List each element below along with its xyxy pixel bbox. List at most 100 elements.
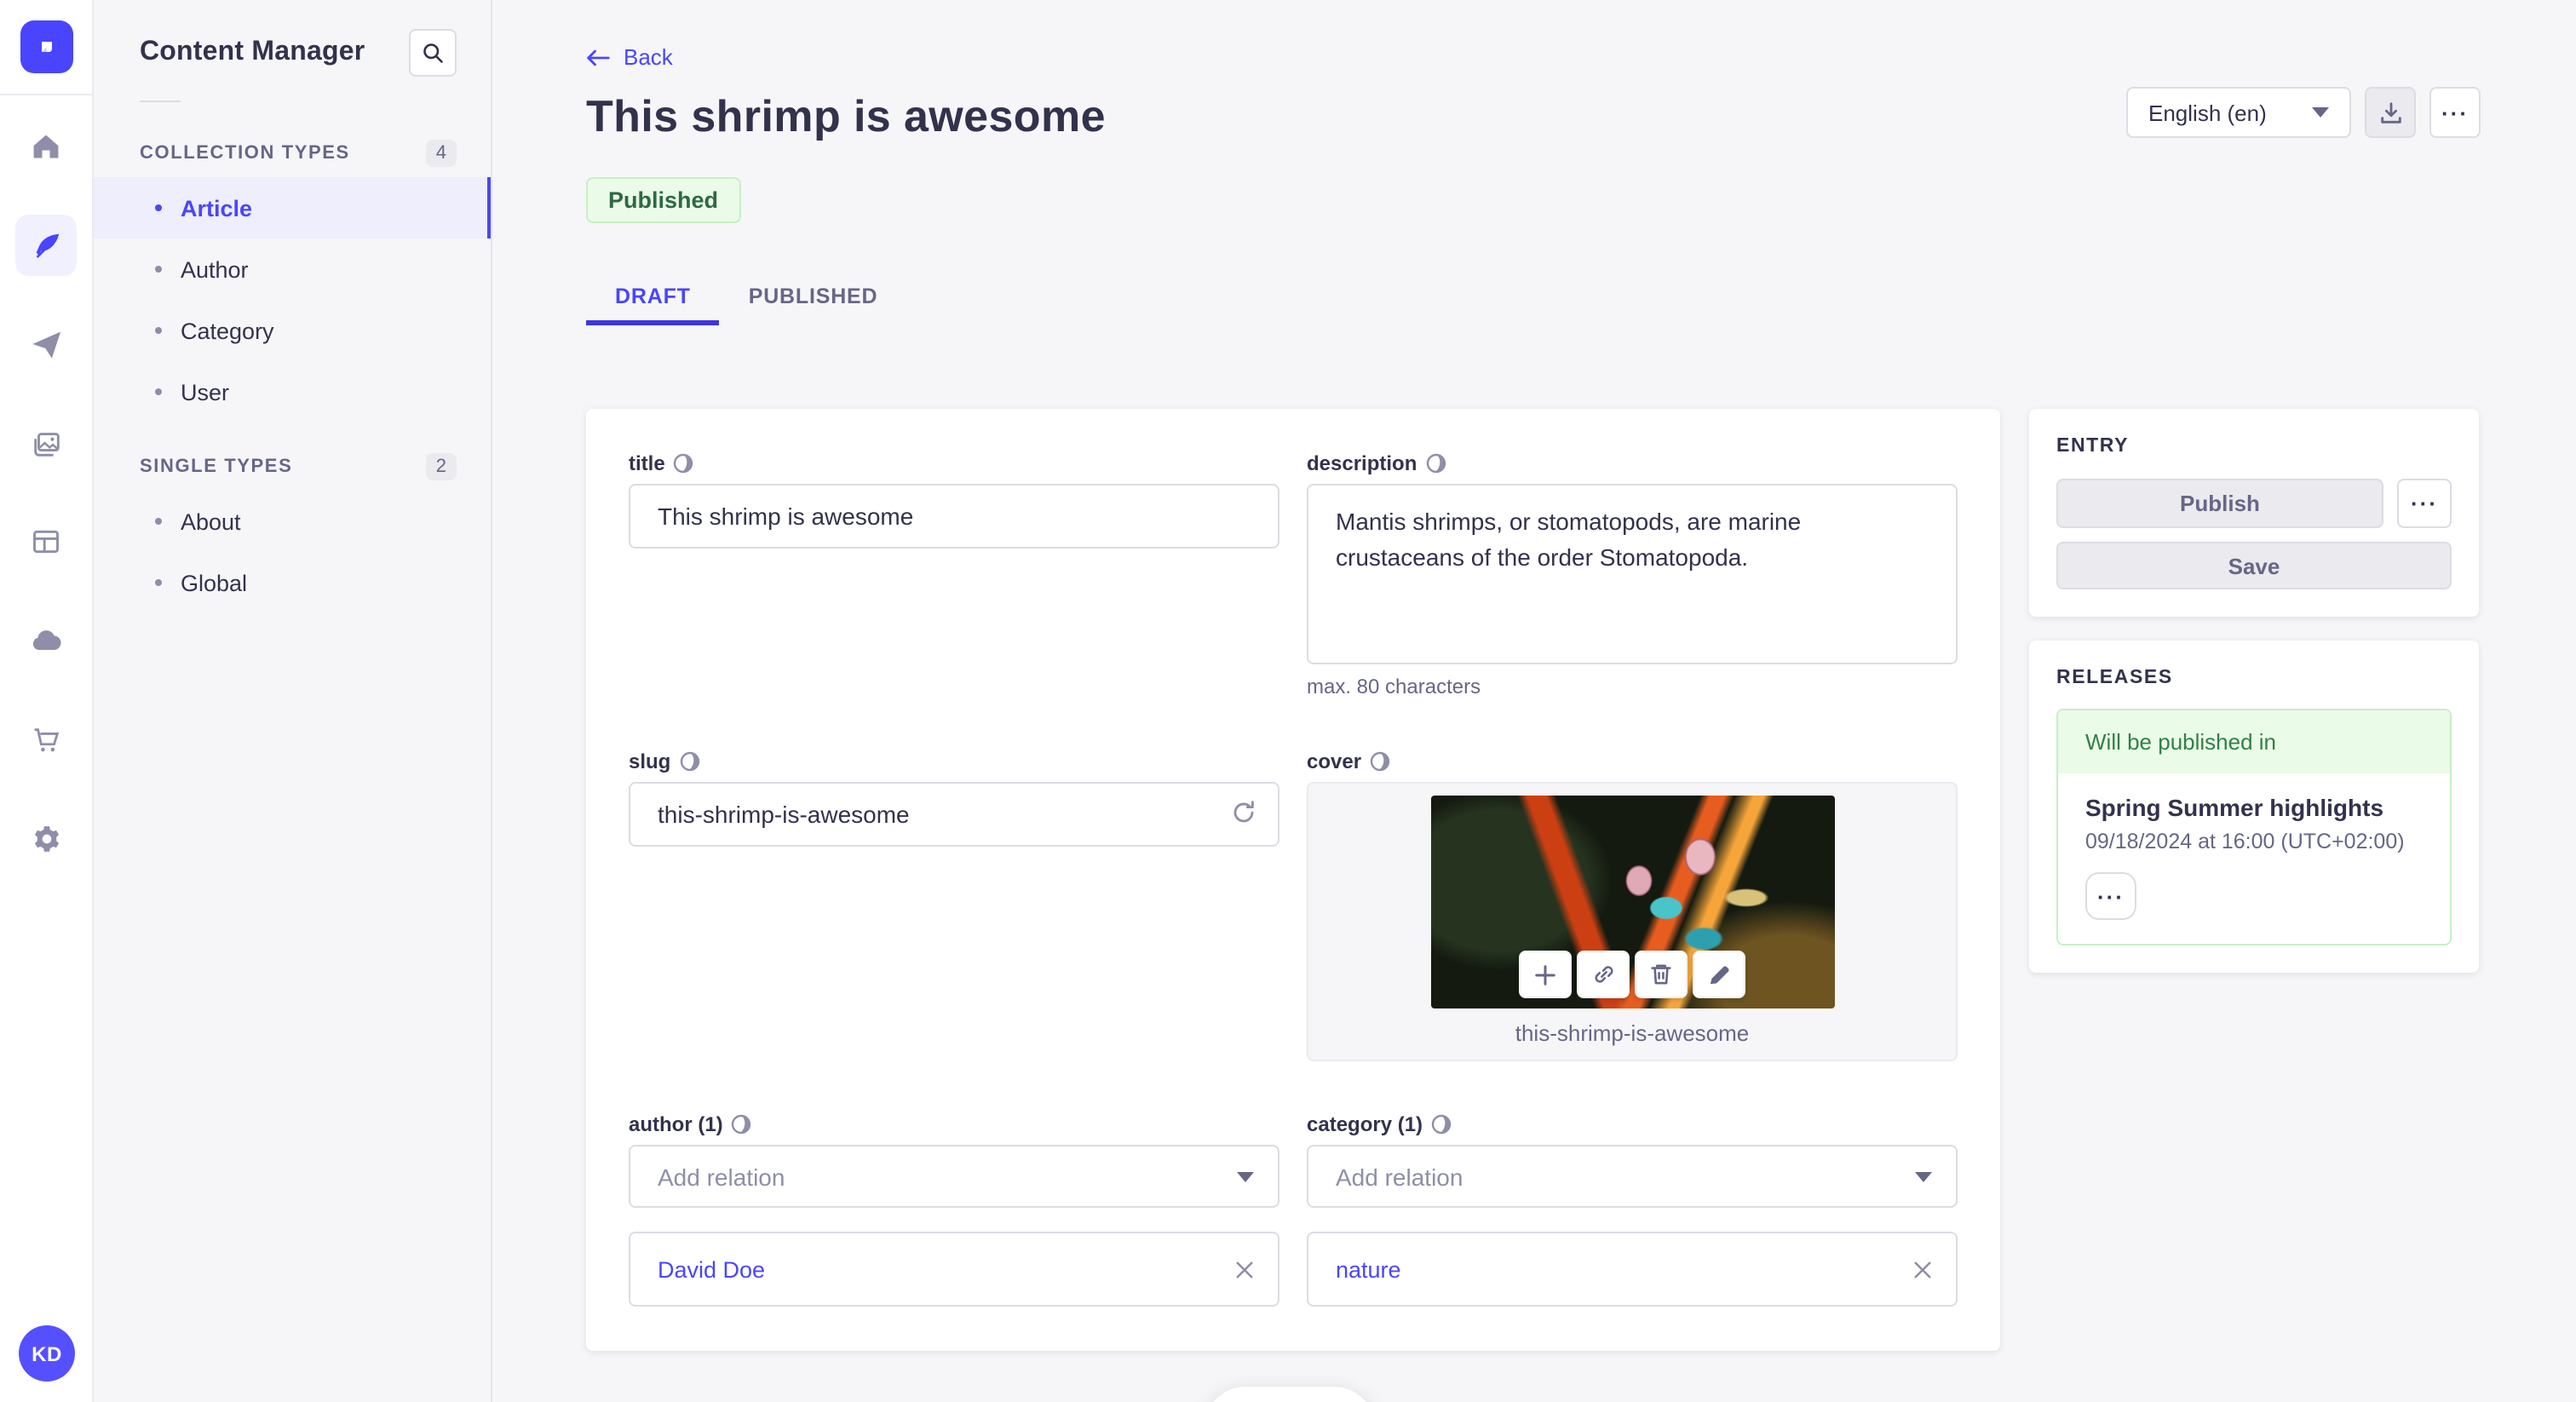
divider xyxy=(140,101,181,102)
entry-more-button[interactable]: ··· xyxy=(2397,479,2452,528)
strapi-logo[interactable] xyxy=(20,20,72,73)
chevron-down-icon xyxy=(1915,1171,1932,1181)
floating-widget[interactable] xyxy=(1205,1387,1375,1402)
regenerate-slug-button[interactable] xyxy=(1230,799,1257,826)
back-link[interactable]: Back xyxy=(586,44,673,70)
strapi-logo-glyph xyxy=(41,42,51,52)
tab-draft[interactable]: DRAFT xyxy=(586,273,721,325)
localized-globe-icon xyxy=(679,751,699,772)
home-icon[interactable] xyxy=(19,119,73,174)
version-tabs: DRAFT PUBLISHED xyxy=(586,273,906,325)
tab-published[interactable]: PUBLISHED xyxy=(720,273,907,325)
sidebar-item-user[interactable]: User xyxy=(94,361,491,422)
cloud-icon[interactable] xyxy=(19,613,73,668)
link-icon xyxy=(1594,966,1613,983)
localized-globe-icon xyxy=(1370,751,1390,772)
release-card: Will be published in Spring Summer highl… xyxy=(2056,709,2452,945)
header-actions: English (en) ··· xyxy=(2126,87,2481,138)
author-field-label: author (1) xyxy=(629,1112,723,1136)
slug-input-value: this-shrimp-is-awesome xyxy=(658,801,910,828)
arrow-left-icon xyxy=(587,49,610,66)
field-category: category (1) Add relation nature xyxy=(1307,1112,1958,1307)
marketplace-cart-icon[interactable] xyxy=(19,712,73,767)
ellipsis-icon: ··· xyxy=(2441,100,2469,125)
bullet-icon xyxy=(155,388,162,395)
close-icon xyxy=(1914,1261,1931,1278)
main-nav-rail: KD xyxy=(0,0,94,1402)
bullet-icon xyxy=(155,266,162,273)
category-relation-item: nature xyxy=(1307,1232,1958,1307)
description-textarea[interactable]: Mantis shrimps, or stomatopods, are mari… xyxy=(1307,484,1958,664)
locale-select[interactable]: English (en) xyxy=(2126,87,2351,138)
chevron-down-icon xyxy=(1237,1171,1254,1181)
copy-link-button[interactable] xyxy=(1577,951,1630,998)
search-button[interactable] xyxy=(409,29,457,77)
pencil-icon xyxy=(1710,965,1729,984)
description-helper: max. 80 characters xyxy=(1307,675,1481,698)
localized-globe-icon xyxy=(674,453,694,474)
author-relation-link[interactable]: David Doe xyxy=(658,1256,765,1282)
release-status: Will be published in xyxy=(2058,710,2450,773)
locale-value: English (en) xyxy=(2148,100,2267,125)
bullet-icon xyxy=(155,204,162,211)
sidebar-item-global[interactable]: Global xyxy=(94,552,491,613)
release-more-button[interactable]: ··· xyxy=(2085,872,2136,920)
refresh-icon xyxy=(1233,801,1254,823)
cover-media-card: this-shrimp-is-awesome xyxy=(1307,782,1958,1061)
author-relation-combobox[interactable]: Add relation xyxy=(629,1145,1279,1208)
category-relation-link[interactable]: nature xyxy=(1336,1256,1401,1282)
single-types-label: SINGLE TYPES xyxy=(140,457,293,477)
title-input[interactable]: This shrimp is awesome xyxy=(629,484,1279,549)
edit-view: Back This shrimp is awesome English (en)… xyxy=(492,0,2576,1402)
delete-media-button[interactable] xyxy=(1635,951,1688,998)
chevron-down-icon xyxy=(2312,107,2329,118)
slug-input[interactable]: this-shrimp-is-awesome xyxy=(629,782,1279,847)
bullet-icon xyxy=(155,518,162,525)
entry-form-card: title This shrimp is awesome description xyxy=(586,409,2000,1351)
publish-button[interactable]: Publish xyxy=(2056,479,2383,528)
edit-media-button[interactable] xyxy=(1693,951,1745,998)
title-input-value: This shrimp is awesome xyxy=(658,503,914,530)
user-avatar[interactable]: KD xyxy=(19,1325,75,1382)
sidebar-item-about[interactable]: About xyxy=(94,491,491,552)
collection-types-section: COLLECTION TYPES 4 Article Author Catego… xyxy=(94,129,491,422)
sidebar-item-label: Category xyxy=(181,318,274,343)
entry-panel-title: ENTRY xyxy=(2056,436,2130,457)
layout-icon[interactable] xyxy=(19,514,73,569)
cover-caption: this-shrimp-is-awesome xyxy=(1515,1020,1750,1046)
sidebar-item-author[interactable]: Author xyxy=(94,238,491,300)
release-name[interactable]: Spring Summer highlights xyxy=(2085,794,2423,821)
description-field-label: description xyxy=(1307,451,1417,475)
trash-icon xyxy=(1651,964,1671,985)
plus-icon xyxy=(1535,964,1555,985)
strapi-admin: KD Content Manager COLLECTION TYPES 4 Ar… xyxy=(0,0,2576,1402)
export-download-button[interactable] xyxy=(2365,87,2416,138)
status-badge: Published xyxy=(586,177,741,223)
settings-gear-icon[interactable] xyxy=(19,811,73,865)
releases-panel-title: RELEASES xyxy=(2056,668,2173,688)
slug-field-label: slug xyxy=(629,750,671,773)
media-library-icon[interactable] xyxy=(19,416,73,470)
release-plane-icon[interactable] xyxy=(19,317,73,371)
close-icon xyxy=(1236,1261,1253,1278)
remove-category-button[interactable] xyxy=(1913,1260,1932,1278)
sidebar-item-article[interactable]: Article xyxy=(94,177,491,238)
remove-author-button[interactable] xyxy=(1235,1260,1254,1278)
add-media-button[interactable] xyxy=(1519,951,1572,998)
release-date: 09/18/2024 at 16:00 (UTC+02:00) xyxy=(2085,830,2405,853)
localized-globe-icon xyxy=(1431,1114,1452,1135)
single-types-count: 2 xyxy=(425,453,457,480)
content-manager-icon[interactable] xyxy=(15,215,77,276)
save-button[interactable]: Save xyxy=(2056,542,2452,589)
collection-types-count: 4 xyxy=(425,140,457,167)
description-value: Mantis shrimps, or stomatopods, are mari… xyxy=(1336,508,1802,571)
sidebar-item-label: Global xyxy=(181,570,248,595)
category-relation-combobox[interactable]: Add relation xyxy=(1307,1145,1958,1208)
side-panels: ENTRY Publish ··· Save RELEASES Will be … xyxy=(2029,409,2479,973)
content-manager-subnav: Content Manager COLLECTION TYPES 4 Artic… xyxy=(94,0,492,1402)
title-field-label: title xyxy=(629,451,665,475)
sidebar-item-category[interactable]: Category xyxy=(94,300,491,361)
header-more-button[interactable]: ··· xyxy=(2429,87,2481,138)
localized-globe-icon xyxy=(732,1114,752,1135)
cover-toolbar xyxy=(1519,951,1745,998)
